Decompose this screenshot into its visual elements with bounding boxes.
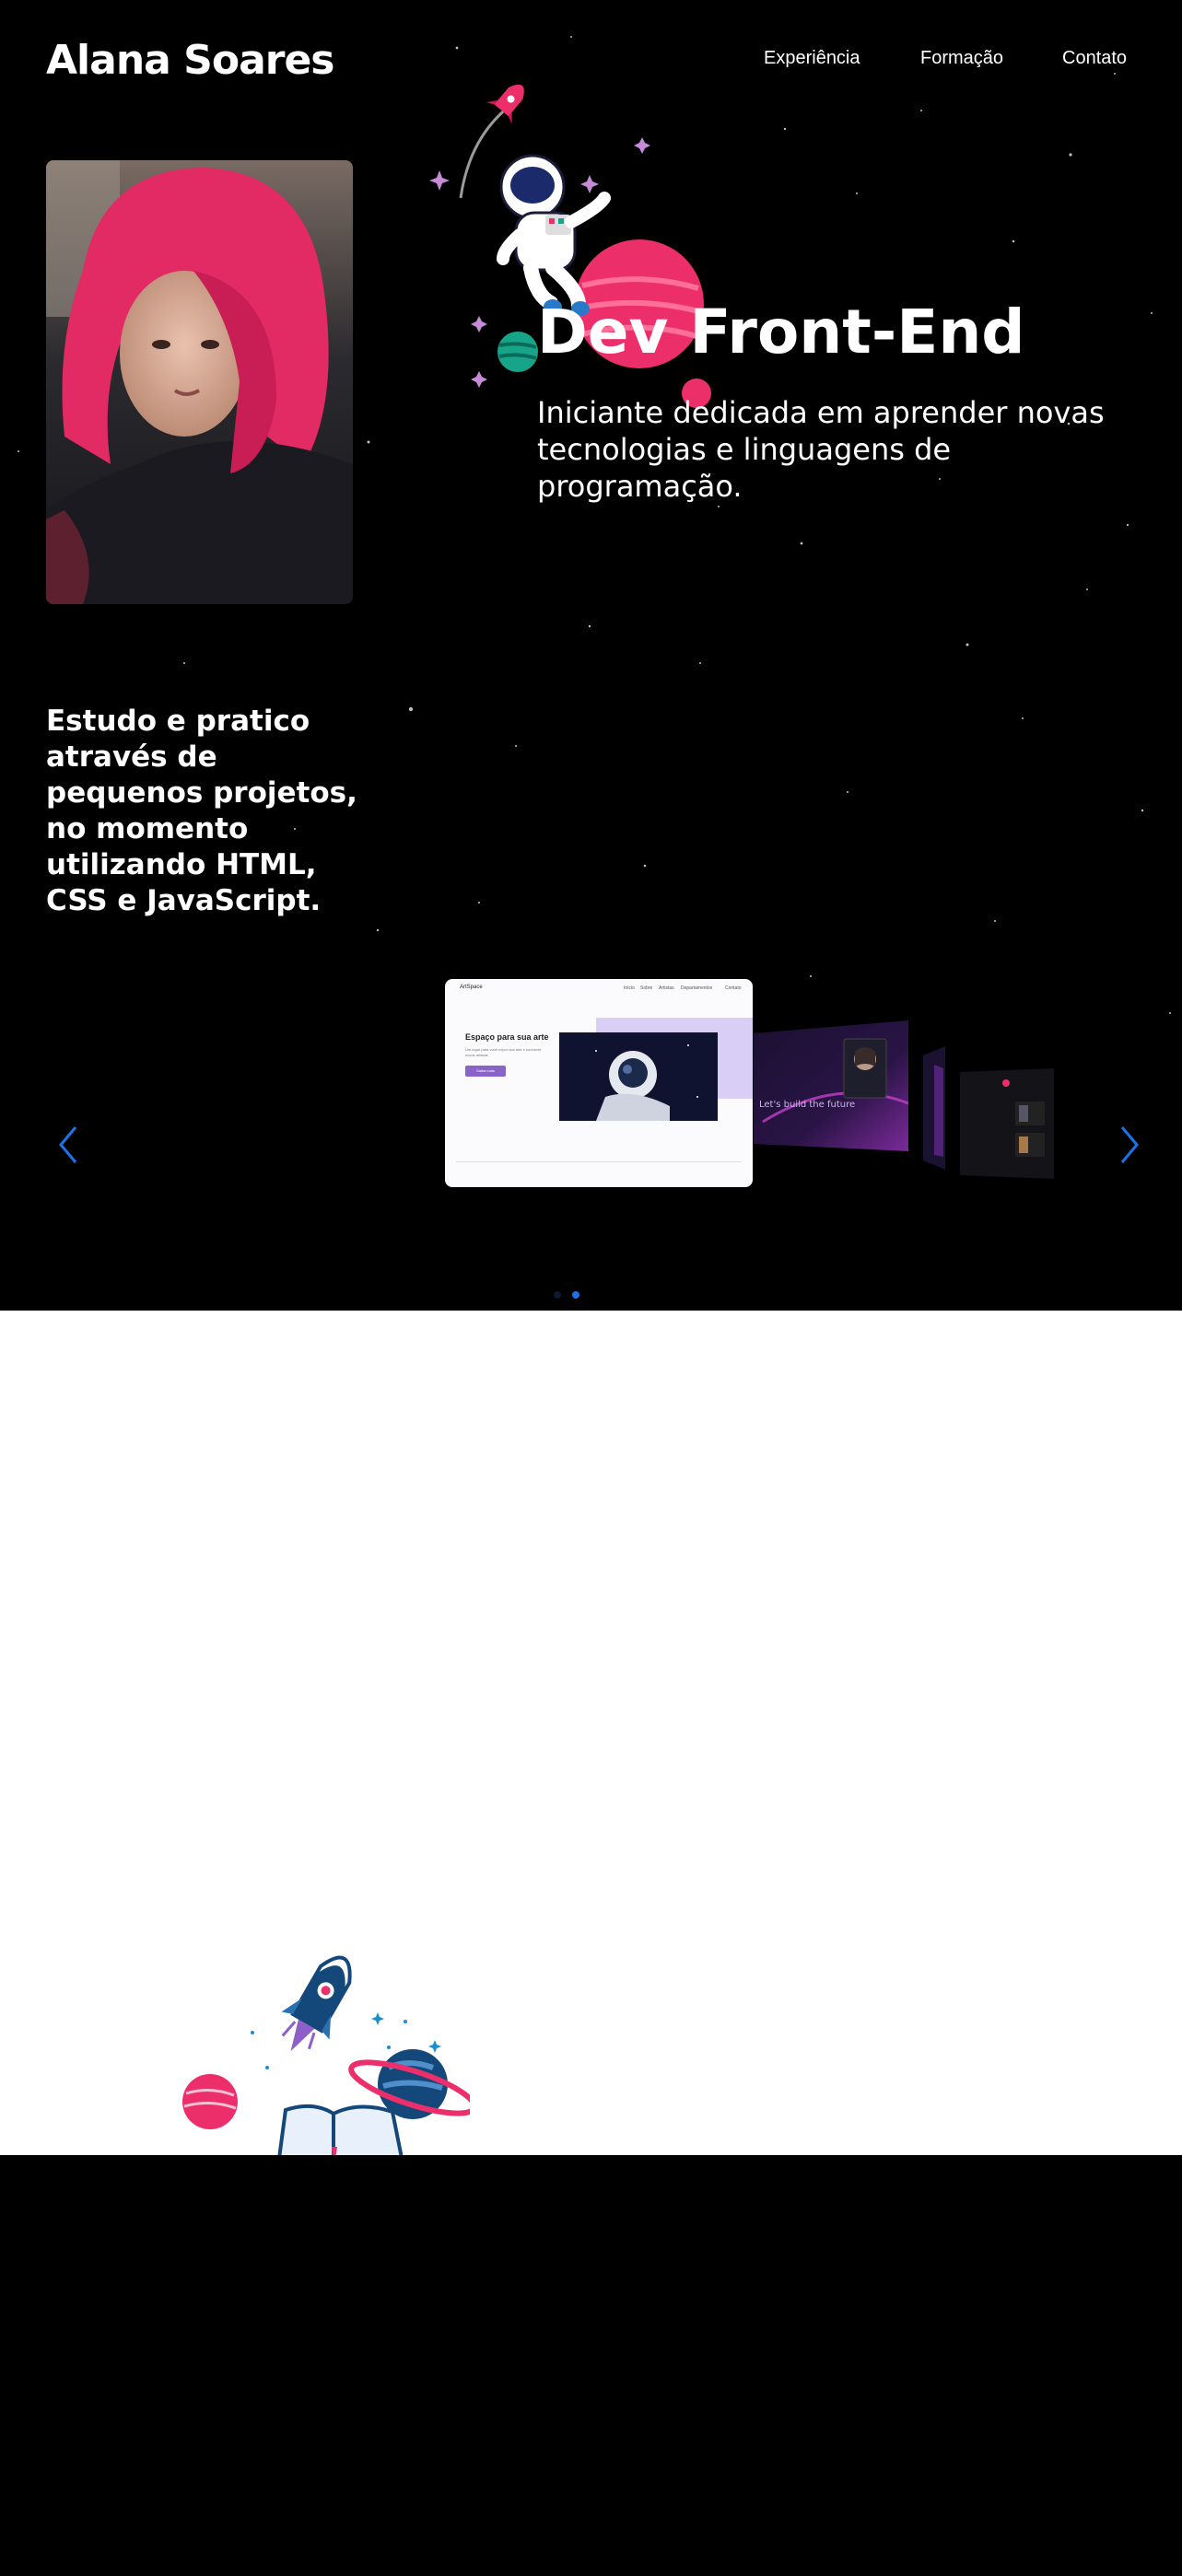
study-text: Estudo e pratico através de pequenos pro… bbox=[46, 705, 357, 917]
slide-logo: ArtSpace bbox=[460, 985, 483, 990]
book-rocket-illustration bbox=[182, 1955, 470, 2174]
chevron-left-icon[interactable] bbox=[53, 1122, 83, 1168]
slide-astronaut-image bbox=[559, 1032, 718, 1121]
hero-section: Alana Soares Experiência Formação Contat… bbox=[0, 0, 1182, 1311]
slide-menu-item: Contato bbox=[725, 985, 742, 991]
footer-section bbox=[0, 2155, 1182, 2576]
slide-2-text: Let's build the future bbox=[759, 1100, 855, 1110]
pagination-dot-active[interactable] bbox=[572, 1291, 579, 1299]
carousel-slide-3[interactable] bbox=[923, 1046, 945, 1170]
pagination-dot[interactable] bbox=[554, 1291, 561, 1299]
slide-paragraph: Um lugar para você expor sua arte e conh… bbox=[465, 1047, 542, 1057]
nav-link-contato[interactable]: Contato bbox=[1062, 48, 1127, 69]
slide-cta-button: Saiba mais bbox=[465, 1066, 506, 1077]
astronaut-illustration bbox=[429, 84, 711, 408]
profile-photo bbox=[46, 160, 353, 604]
slide-menu-item: Sobre bbox=[640, 985, 653, 991]
hero-title: Dev Front-End bbox=[537, 297, 1025, 367]
slide-heading: Espaço para sua arte bbox=[465, 1032, 549, 1042]
hero-subtitle: Iniciante dedicada em aprender novas tec… bbox=[537, 395, 1105, 504]
carousel-slide-main[interactable]: ArtSpace Início Sobre Artistas Departame… bbox=[445, 979, 753, 1187]
slide-menu-item: Artistas bbox=[659, 985, 674, 991]
slide-menu-item: Departamentos bbox=[681, 985, 713, 991]
slide-menu-item: Início bbox=[624, 985, 635, 991]
carousel-slide-2[interactable]: Let's build the future bbox=[754, 1020, 908, 1151]
carousel-slide-4[interactable] bbox=[960, 1068, 1054, 1179]
slide-footer-line bbox=[456, 1161, 742, 1162]
chevron-right-icon[interactable] bbox=[1115, 1122, 1144, 1168]
brand-logo[interactable]: Alana Soares bbox=[46, 37, 334, 84]
nav-link-experiencia[interactable]: Experiência bbox=[764, 48, 860, 69]
nav-link-formacao[interactable]: Formação bbox=[920, 48, 1003, 69]
